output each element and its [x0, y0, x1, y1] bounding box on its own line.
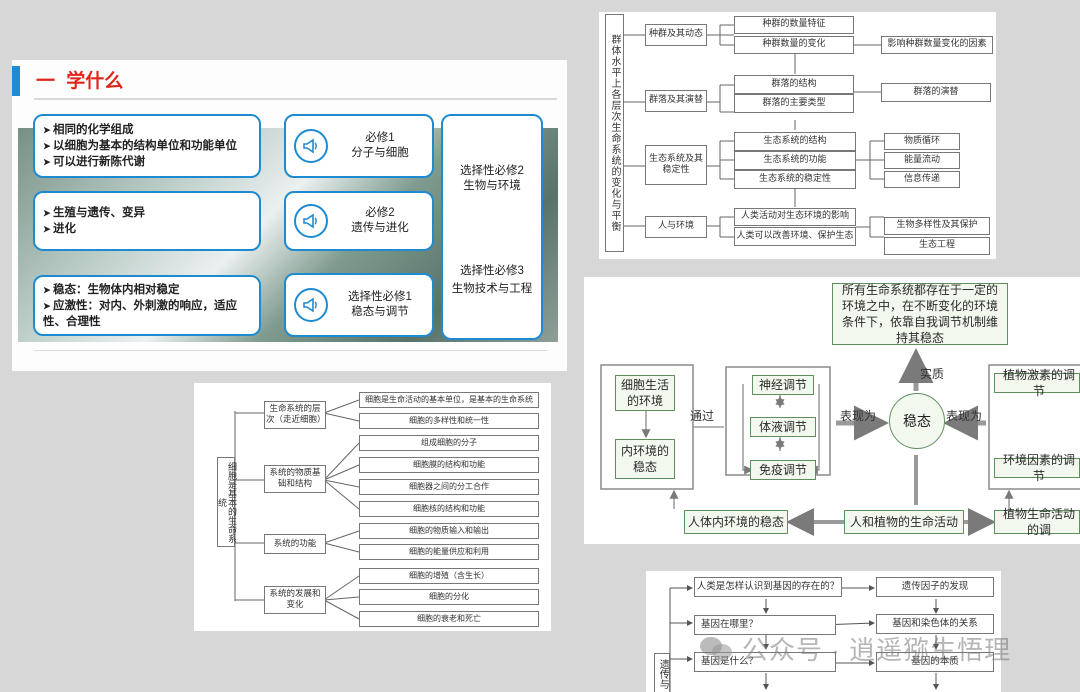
eco-item: 生态系统的功能 [734, 151, 856, 170]
cell-environment: 细胞生活的环境 [615, 375, 675, 411]
feature-card-1: 相同的化学组成 以细胞为基本的结构单位和功能单位 可以进行新陈代谢 [33, 114, 261, 178]
feature-item: 应激性：对内、外刺激的响应，适应性、合理性 [43, 298, 251, 330]
slide-title-dash: 一 [36, 71, 56, 92]
label-essence: 实质 [920, 367, 945, 381]
course-code: 必修2 [365, 207, 395, 219]
bottom-rule [34, 350, 547, 351]
immune-regulation: 免疫调节 [750, 460, 816, 480]
eco-item: 生态系统的稳定性 [734, 170, 856, 189]
feature-item: 可以进行新陈代谢 [43, 154, 251, 170]
eco-item: 种群的数量特征 [734, 16, 854, 34]
course-card-2: 必修2 遗传与进化 [284, 191, 434, 251]
feature-card-3: 稳态：生物体内相对稳定 应激性：对内、外刺激的响应，适应性、合理性 [33, 275, 261, 336]
eco-group-label: 人与环境 [645, 216, 707, 238]
eco-extra: 影响种群数量变化的因素 [881, 36, 993, 54]
course-code: 必修1 [365, 132, 395, 144]
course-code: 选择性必修2 [460, 165, 524, 177]
course-name: 生物技术与工程 [451, 283, 533, 295]
homeostasis-concept-map: 所有生命系统都存在于一定的环境之中，在不断变化的环境条件下，依靠自我调节机制维持… [584, 277, 1080, 544]
megaphone-icon [294, 129, 328, 163]
course-name: 生物与环境 [463, 180, 521, 192]
humoral-regulation: 体液调节 [750, 417, 816, 437]
slide-title: 一 学什么 [36, 66, 123, 93]
eco-item: 人类可以改善环境、保护生态 [734, 227, 856, 246]
cell-concept-map: 细胞是基本的生命系统 生命系统的层次（走近细胞） 细胞是生命活动的基本单位，是基… [194, 383, 551, 631]
elective-2: 选择性必修2 生物与环境 [443, 164, 541, 194]
cell-item: 细胞器之间的分工合作 [359, 479, 539, 495]
cell-group-label: 系统的发展和变化 [264, 586, 326, 614]
course-card-1: 必修1 分子与细胞 [284, 114, 434, 178]
feature-item: 进化 [43, 221, 251, 237]
eco-extra: 物质循环 [884, 133, 960, 150]
cell-item: 组成细胞的分子 [359, 435, 539, 451]
eco-group-label: 群落及其演替 [645, 90, 707, 112]
plant-life-activities: 植物生命活动的调 [994, 507, 1080, 537]
human-homeostasis: 人体内环境的稳态 [684, 510, 788, 534]
eco-item: 生态系统的结构 [734, 132, 856, 151]
cell-item: 细胞的分化 [359, 589, 539, 605]
feature-item: 生殖与遗传、变异 [43, 205, 251, 221]
label-manifest-left: 表现为 [840, 409, 877, 423]
eco-extra: 信息传递 [884, 171, 960, 188]
course-card-3: 选择性必修1 稳态与调节 [284, 273, 434, 337]
homeostasis-center: 稳态 [889, 393, 945, 449]
megaphone-icon [294, 204, 328, 238]
ecology-concept-map: 群体水平上各层次生命系统的变化与平衡 种群及其动态 种群的数量特征 种群数量的变… [599, 12, 996, 259]
cell-item: 细胞的物质输入和输出 [359, 523, 539, 539]
cell-item: 细胞的增殖（含生长） [359, 568, 539, 584]
environmental-factor-regulation: 环境因素的调节 [994, 453, 1080, 483]
cell-item: 细胞是生命活动的基本单位，是基本的生命系统 [359, 392, 539, 408]
nervous-regulation: 神经调节 [752, 375, 814, 395]
feature-item: 以细胞为基本的结构单位和功能单位 [43, 138, 251, 154]
course-code: 选择性必修1 [348, 291, 412, 303]
homeostasis-definition: 所有生命系统都存在于一定的环境之中，在不断变化的环境条件下，依靠自我调节机制维持… [832, 283, 1008, 345]
course-name: 稳态与调节 [351, 306, 409, 318]
feature-item: 相同的化学组成 [43, 122, 251, 138]
label-through: 通过 [690, 409, 715, 423]
eco-extra: 能量流动 [884, 152, 960, 169]
plant-hormone-regulation: 植物激素的调节 [994, 368, 1080, 398]
slide-panel: 一 学什么 相同的化学组成 以细胞为基本的结构单位和功能单位 可以进行新陈代谢 … [12, 60, 567, 371]
cell-item: 细胞的能量供应和利用 [359, 544, 539, 560]
elective-3: 选择性必修3 生物技术与工程 [443, 262, 541, 298]
eco-group-label: 生态系统及其稳定性 [645, 145, 707, 185]
cell-group-label: 系统的物质基础和结构 [264, 465, 326, 493]
watermark: 公众号 · 逍遥猕生悟理 [700, 630, 1011, 667]
gene-question: 人类是怎样认识到基因的存在的？ [694, 577, 842, 597]
wechat-icon [700, 635, 734, 663]
feature-item: 稳态：生物体内相对稳定 [43, 282, 251, 298]
internal-environment-homeostasis: 内环境的稳态 [615, 439, 675, 479]
life-activities: 人和植物的生命活动 [844, 510, 964, 534]
eco-extra: 生物多样性及其保护 [884, 217, 990, 235]
feature-card-2: 生殖与遗传、变异 进化 [33, 191, 261, 251]
label-manifest-right: 表现为 [946, 409, 983, 423]
eco-item: 群落的主要类型 [734, 94, 854, 113]
eco-extra: 生态工程 [884, 237, 990, 255]
elective-card: 选择性必修2 生物与环境 选择性必修3 生物技术与工程 [441, 114, 543, 340]
cell-root: 细胞是基本的生命系统 [216, 457, 236, 547]
cell-group-label: 系统的功能 [264, 534, 326, 554]
cell-item: 细胞的衰老和死亡 [359, 611, 539, 627]
eco-item: 种群数量的变化 [734, 36, 854, 54]
cell-group-label: 生命系统的层次（走近细胞） [264, 401, 326, 429]
title-underline [34, 98, 557, 100]
course-name: 分子与细胞 [351, 147, 409, 159]
course-name: 遗传与进化 [351, 222, 409, 234]
ecology-root: 群体水平上各层次生命系统的变化与平衡 [605, 14, 624, 252]
cell-item: 细胞的多样性和统一性 [359, 413, 539, 429]
eco-item: 群落的结构 [734, 75, 854, 94]
eco-extra: 群落的演替 [881, 83, 991, 102]
eco-item: 人类活动对生态环境的影响 [734, 208, 856, 226]
megaphone-icon [294, 288, 328, 322]
gene-answer: 遗传因子的发现 [876, 577, 994, 597]
gene-side-label: 遗传与 [654, 653, 670, 692]
slide-title-text: 学什么 [66, 71, 124, 92]
eco-group-label: 种群及其动态 [645, 24, 707, 46]
cell-item: 细胞膜的结构和功能 [359, 457, 539, 473]
cell-item: 细胞核的结构和功能 [359, 501, 539, 517]
slide-left-stripe [12, 66, 20, 96]
watermark-text: 公众号 · 逍遥猕生悟理 [742, 635, 1012, 665]
course-code: 选择性必修3 [460, 265, 524, 277]
